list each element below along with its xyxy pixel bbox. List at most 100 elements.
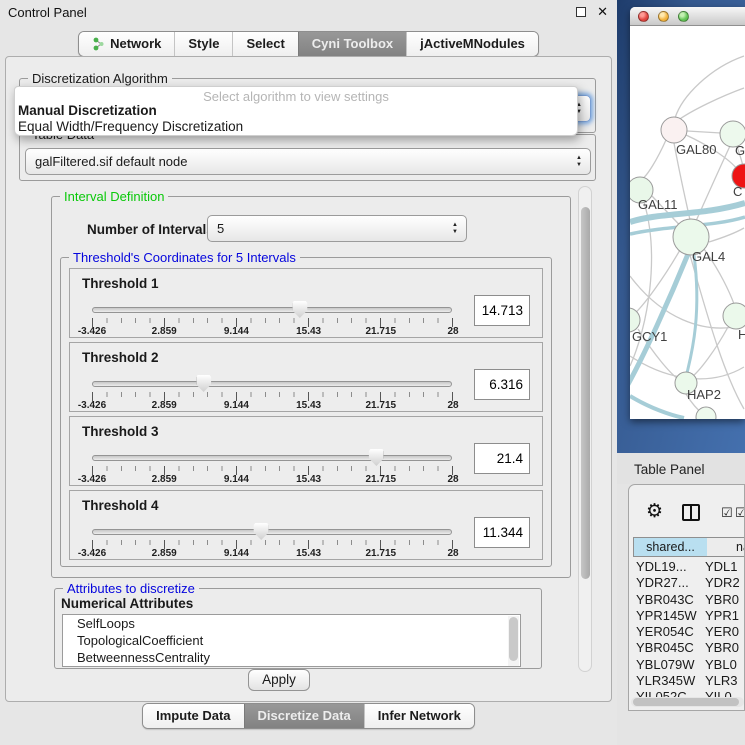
cell: YBL079W bbox=[629, 657, 705, 672]
table-row[interactable]: YBR043CYBR0 bbox=[629, 592, 745, 608]
scrollbar-thumb[interactable] bbox=[581, 207, 590, 579]
slider-track[interactable] bbox=[92, 455, 452, 461]
threshold-value-field[interactable] bbox=[474, 295, 530, 326]
threshold-label: Threshold 1 bbox=[82, 276, 159, 291]
table-row[interactable]: YPR145WYPR1 bbox=[629, 608, 745, 624]
tab-network[interactable]: Network bbox=[79, 32, 174, 56]
cell: YBL0 bbox=[705, 657, 739, 672]
close-traffic-light[interactable] bbox=[638, 11, 649, 22]
top-tab-bar: Network Style Select Cyni Toolbox jActiv… bbox=[0, 31, 617, 57]
group-title: Threshold's Coordinates for 5 Intervals bbox=[69, 250, 300, 265]
slider-track[interactable] bbox=[92, 529, 452, 535]
slider-thumb[interactable] bbox=[196, 375, 211, 392]
checkbox-icon[interactable]: ☑ bbox=[721, 505, 733, 521]
network-icon bbox=[92, 37, 105, 51]
list-item[interactable]: BetweennessCentrality bbox=[63, 649, 520, 666]
threshold-value-field[interactable] bbox=[474, 443, 530, 474]
algorithm-dropdown-popup: Select algorithm to view settings Manual… bbox=[14, 86, 578, 136]
close-icon[interactable]: ✕ bbox=[597, 4, 608, 20]
table-row[interactable]: YER054CYER0 bbox=[629, 624, 745, 640]
table-panel: ⚙ ☑ ☑ shared... na YDL19...YDL1 YDR27...… bbox=[628, 484, 745, 711]
scrollbar-thumb[interactable] bbox=[633, 698, 739, 706]
apply-button[interactable]: Apply bbox=[248, 669, 310, 691]
scale-label: -3.426 bbox=[78, 400, 106, 411]
slider-thumb[interactable] bbox=[254, 523, 269, 540]
node[interactable] bbox=[723, 303, 745, 329]
threshold-3-panel: Threshold 3 -3.426 2.859 9.144 15.43 21.… bbox=[69, 416, 543, 486]
slider-track[interactable] bbox=[92, 381, 452, 387]
slider-thumb[interactable] bbox=[369, 449, 384, 466]
table-header: shared... na bbox=[629, 537, 745, 557]
table-row[interactable]: YLR345WYLR3 bbox=[629, 673, 745, 689]
network-window-titlebar bbox=[630, 7, 745, 26]
list-item[interactable]: TopologicalCoefficient bbox=[63, 632, 520, 649]
interval-definition-group: Interval Definition Number of Intervals … bbox=[51, 196, 571, 578]
node[interactable] bbox=[696, 407, 716, 419]
float-window-icon[interactable] bbox=[576, 7, 586, 17]
minimize-traffic-light[interactable] bbox=[658, 11, 669, 22]
scale-label: 9.144 bbox=[224, 326, 249, 337]
cell: YLR345W bbox=[629, 673, 705, 688]
column-header-name[interactable]: na bbox=[707, 537, 745, 557]
scale-label: 15.43 bbox=[296, 400, 321, 411]
slider-scale: -3.426 2.859 9.144 15.43 21.715 28 bbox=[92, 474, 453, 485]
gear-icon[interactable]: ⚙ bbox=[646, 502, 663, 521]
slider-scale: -3.426 2.859 9.144 15.43 21.715 28 bbox=[92, 548, 453, 559]
numerical-attributes-list[interactable]: SelfLoops TopologicalCoefficient Between… bbox=[62, 614, 521, 667]
slider-track[interactable] bbox=[92, 307, 452, 313]
slider-thumb[interactable] bbox=[292, 301, 307, 318]
cell: YLR3 bbox=[705, 673, 739, 688]
horizontal-scrollbar[interactable] bbox=[631, 697, 744, 707]
cell: YBR045C bbox=[629, 640, 705, 655]
node-gal80[interactable] bbox=[661, 117, 687, 143]
split-columns-icon[interactable] bbox=[682, 504, 700, 521]
node-label: GA bbox=[735, 143, 745, 158]
scale-label: -3.426 bbox=[78, 474, 106, 485]
scale-label: 15.43 bbox=[296, 474, 321, 485]
tab-infer-network[interactable]: Infer Network bbox=[364, 704, 474, 728]
tab-label: jActiveMNodules bbox=[420, 36, 525, 51]
node-label: GAL4 bbox=[692, 249, 725, 264]
scale-label: 21.715 bbox=[366, 474, 397, 485]
group-title: Interval Definition bbox=[60, 189, 168, 204]
table-row[interactable]: YBR045CYBR0 bbox=[629, 640, 745, 656]
scrollbar-thumb[interactable] bbox=[509, 617, 518, 661]
table-row[interactable]: YBL079WYBL0 bbox=[629, 657, 745, 673]
popup-option-equal-width[interactable]: Equal Width/Frequency Discretization bbox=[18, 119, 243, 134]
tab-select[interactable]: Select bbox=[232, 32, 297, 56]
threshold-label: Threshold 3 bbox=[82, 424, 159, 439]
network-view-frame: GAL80 GA GAL11 C GAL4 GCY1 H HAP2 bbox=[617, 0, 745, 453]
combobox-value: 5 bbox=[217, 221, 224, 236]
list-item[interactable]: SelfLoops bbox=[63, 615, 520, 632]
table-data-combobox[interactable]: galFiltered.sif default node ▲▼ bbox=[25, 148, 591, 175]
scale-label: 28 bbox=[447, 400, 458, 411]
cell: YER0 bbox=[705, 624, 739, 639]
tab-label: Network bbox=[110, 36, 161, 51]
cell: YDR27... bbox=[629, 575, 705, 590]
checkbox-icon[interactable]: ☑ bbox=[735, 505, 745, 521]
thresholds-group: Threshold's Coordinates for 5 Intervals … bbox=[60, 257, 552, 567]
zoom-traffic-light[interactable] bbox=[678, 11, 689, 22]
number-of-intervals-combobox[interactable]: 5 ▲▼ bbox=[207, 215, 467, 242]
scale-label: -3.426 bbox=[78, 326, 106, 337]
scale-label: 9.144 bbox=[224, 548, 249, 559]
popup-option-manual-discretization[interactable]: Manual Discretization bbox=[18, 103, 157, 118]
table-row[interactable]: YDR27...YDR2 bbox=[629, 575, 745, 591]
tab-style[interactable]: Style bbox=[174, 32, 232, 56]
control-panel-titlebar: Control Panel ✕ bbox=[0, 0, 617, 24]
network-canvas[interactable]: GAL80 GA GAL11 C GAL4 GCY1 H HAP2 bbox=[630, 26, 745, 419]
content-scrollbar[interactable] bbox=[578, 186, 592, 672]
threshold-value-field[interactable] bbox=[474, 517, 530, 548]
tab-cyni-toolbox[interactable]: Cyni Toolbox bbox=[298, 32, 406, 56]
scale-label: 9.144 bbox=[224, 400, 249, 411]
list-scrollbar[interactable] bbox=[508, 616, 519, 667]
column-header-shared-name[interactable]: shared... bbox=[633, 537, 708, 557]
tab-jactivemnodules[interactable]: jActiveMNodules bbox=[406, 32, 538, 56]
tab-impute-data[interactable]: Impute Data bbox=[143, 704, 243, 728]
threshold-value-field[interactable] bbox=[474, 369, 530, 400]
table-row[interactable]: YDL19...YDL1 bbox=[629, 559, 745, 575]
group-title: Attributes to discretize bbox=[63, 581, 199, 596]
tab-discretize-data[interactable]: Discretize Data bbox=[244, 704, 364, 728]
cell: YPR145W bbox=[629, 608, 705, 623]
scale-label: 2.859 bbox=[152, 474, 177, 485]
